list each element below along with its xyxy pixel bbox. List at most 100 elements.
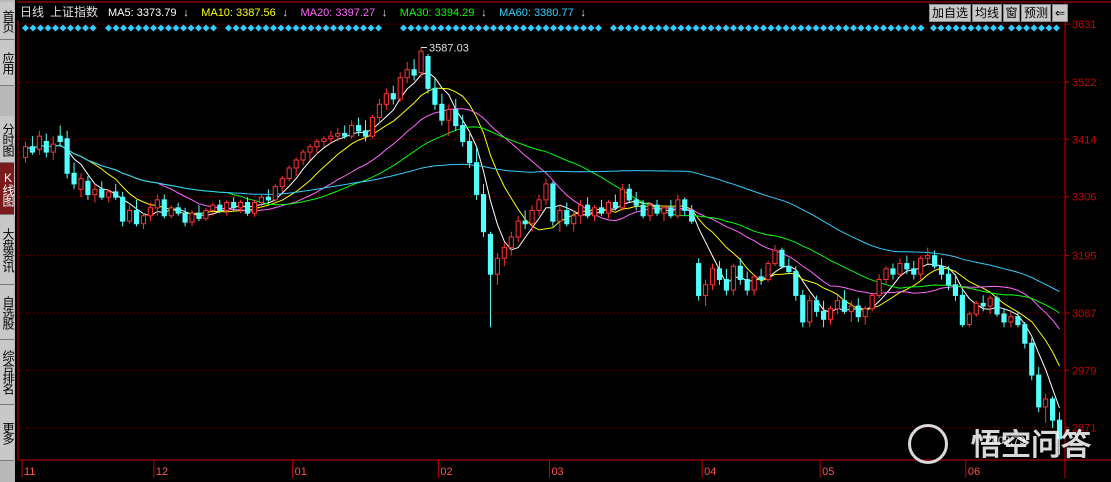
candle-up: [328, 135, 334, 140]
candle-down: [467, 140, 473, 164]
candle-up: [210, 204, 216, 211]
candle-down: [99, 188, 105, 198]
candle-down: [439, 103, 445, 121]
candle-down: [113, 191, 119, 198]
candle-up: [494, 257, 500, 275]
candle-up: [876, 278, 882, 296]
candle-down: [1022, 324, 1028, 344]
candle-down: [980, 302, 986, 307]
moving-average-button[interactable]: 均线: [972, 4, 1002, 22]
x-tick-label: 01: [295, 466, 307, 478]
candle-up: [147, 207, 153, 217]
x-tick-label: 02: [440, 466, 452, 478]
candle-down: [841, 300, 847, 312]
candle-up: [50, 143, 56, 153]
ma20-value: MA20: 3397.27: [301, 7, 376, 19]
candle-up: [827, 308, 834, 320]
left-tab-1[interactable]: 应用: [0, 40, 15, 86]
candle-up: [376, 103, 382, 119]
candle-up: [647, 204, 653, 217]
left-tab-2[interactable]: 分时图: [0, 116, 15, 163]
candle-down: [959, 294, 965, 326]
left-tab-5[interactable]: 自选股: [0, 285, 15, 340]
candle-up: [543, 183, 549, 201]
left-tab-3[interactable]: K线图: [0, 163, 15, 215]
candle-up: [126, 209, 133, 222]
candle-down: [217, 204, 223, 211]
candle-up: [1008, 316, 1014, 323]
candle-down: [1015, 316, 1021, 326]
candle-up: [300, 151, 306, 161]
candle-up: [730, 265, 736, 291]
left-tab-6[interactable]: 综合排名: [0, 340, 15, 405]
candle-down: [689, 209, 695, 222]
candle-up: [619, 188, 625, 209]
ma60-value: MA60: 3380.77: [499, 7, 574, 19]
x-tick-label: 11: [24, 466, 35, 478]
candle-up: [973, 302, 979, 315]
candle-up: [314, 140, 320, 148]
candle-up: [36, 135, 42, 150]
candle-down: [800, 294, 806, 323]
candle-down: [196, 212, 202, 219]
candle-down: [716, 268, 723, 280]
candle-up: [154, 199, 160, 209]
y-tick-label: 3631: [1072, 19, 1096, 31]
candle-down: [696, 263, 702, 296]
candle-down: [550, 183, 556, 222]
down-arrow-icon: ↓: [481, 7, 487, 19]
left-tab-7[interactable]: 更多: [0, 405, 15, 461]
candle-down: [85, 180, 91, 196]
down-arrow-icon: ↓: [580, 7, 586, 19]
candle-up: [272, 186, 278, 201]
y-tick-label: 3195: [1072, 251, 1096, 263]
candle-down: [654, 204, 660, 214]
candle-down: [585, 204, 591, 217]
x-tick-label: 05: [822, 466, 834, 478]
candle-up: [703, 284, 709, 296]
candle-down: [175, 207, 181, 214]
candle-up: [279, 178, 285, 188]
candle-down: [182, 212, 188, 223]
candle-down: [626, 188, 632, 201]
candle-up: [605, 202, 612, 214]
left-tab-0[interactable]: 首页: [0, 2, 15, 40]
candle-down: [57, 135, 63, 142]
candle-down: [265, 196, 271, 201]
candle-up: [918, 257, 924, 275]
candle-down: [945, 273, 952, 286]
candle-down: [814, 300, 820, 312]
candle-up: [675, 199, 681, 217]
candle-up: [765, 263, 771, 280]
candle-down: [758, 276, 764, 280]
candle-down: [855, 305, 861, 318]
window-button[interactable]: 窗: [1003, 4, 1020, 22]
back-arrow-icon[interactable]: ⇐: [1052, 4, 1068, 22]
candle-down: [737, 265, 743, 280]
candle-down: [411, 69, 417, 76]
x-tick-label: 06: [968, 466, 980, 478]
add-favorite-button[interactable]: 加自选: [929, 4, 971, 22]
y-tick-label: 2979: [1072, 365, 1096, 377]
candle-down: [564, 209, 570, 225]
candle-down: [779, 249, 785, 267]
candle-up: [883, 268, 889, 280]
forecast-button[interactable]: 预测: [1021, 4, 1051, 22]
candle-up: [293, 159, 299, 169]
candle-up: [369, 117, 376, 137]
y-tick-label: 3414: [1072, 134, 1096, 146]
y-tick-label: 3522: [1072, 77, 1096, 89]
candle-down: [29, 146, 35, 153]
left-tab-4[interactable]: 大盘资讯: [0, 215, 15, 285]
candle-up: [571, 215, 577, 225]
candle-up: [238, 202, 244, 209]
candle-down: [342, 132, 348, 137]
candle-down: [904, 263, 910, 270]
candle-down: [598, 207, 605, 214]
wukong-logo-icon: [908, 424, 948, 464]
candle-up: [446, 109, 452, 121]
candle-up: [848, 305, 854, 312]
candle-up: [536, 199, 542, 211]
candle-down: [231, 202, 237, 209]
candle-up: [1043, 398, 1049, 408]
